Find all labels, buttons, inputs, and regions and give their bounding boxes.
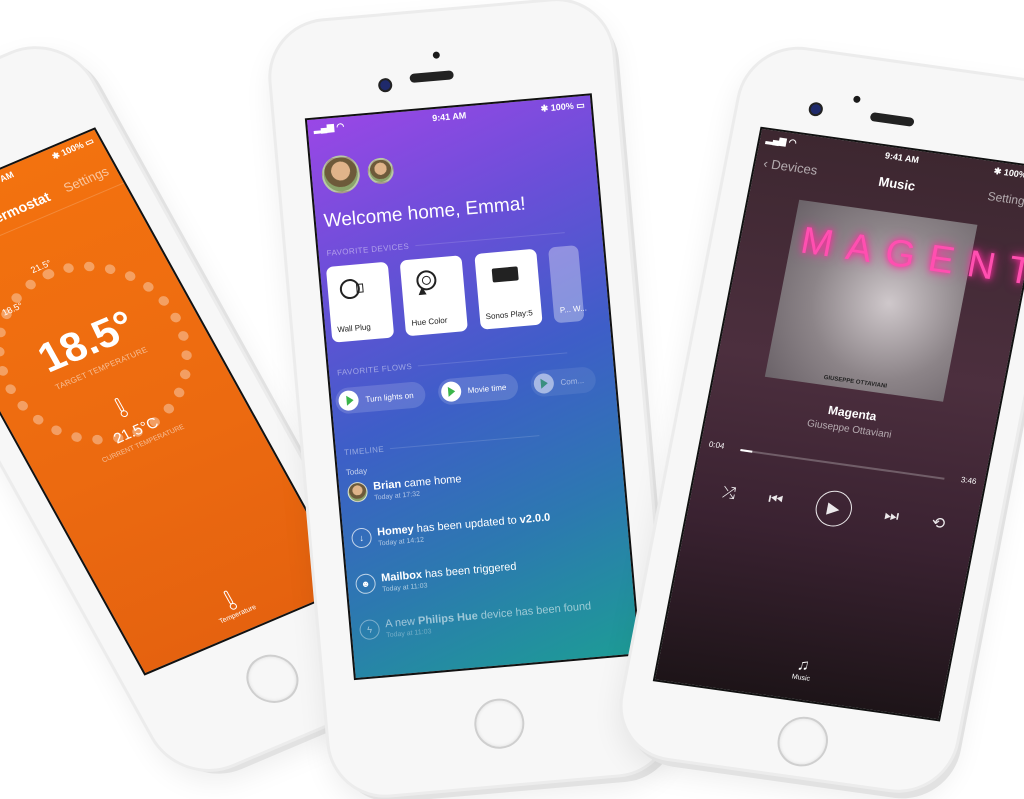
timeline-subject: Mailbox [380, 568, 423, 585]
tab-temperature[interactable]: Temperature [123, 548, 341, 661]
duration-time: 3:46 [960, 475, 978, 487]
battery-indicator: ✱ 100% ▭ [540, 99, 586, 114]
home-button[interactable] [773, 713, 833, 770]
proximity-sensor [432, 51, 441, 59]
device-label: Sonos Play:5 [485, 308, 534, 322]
device-label: Hue Color [411, 315, 448, 328]
timeline-subject: Homey [376, 523, 415, 539]
settings-button[interactable]: Settings [61, 164, 112, 196]
battery-percent: 100% [1003, 167, 1024, 181]
flow-label: Movie time [467, 382, 507, 395]
favorite-devices-list: Wall Plug Hue Color Sonos Play:5 P... W.… [325, 244, 593, 343]
flow-turn-lights-on[interactable]: Turn lights on [334, 380, 427, 415]
flow-partial[interactable]: Com... [529, 365, 598, 398]
elapsed-time: 0:04 [708, 439, 726, 451]
flow-label: Com... [560, 375, 585, 387]
play-icon[interactable]: ▶ [812, 488, 855, 529]
shuffle-icon[interactable]: ⤮ [721, 484, 737, 503]
tab-music[interactable]: ♫ Music [659, 637, 947, 701]
hue-lamp-icon [416, 270, 437, 296]
play-icon [439, 380, 462, 403]
album-art-artist: GIUSEPPE OTTAVIANI [823, 374, 888, 390]
album-art-title: MAGENTA [797, 219, 1024, 301]
home-button[interactable] [237, 647, 308, 711]
earpiece-speaker [869, 111, 915, 127]
timeline-version: v2.0.0 [519, 511, 551, 527]
music-note-icon: ♫ [795, 656, 811, 675]
device-card-partial[interactable]: P... W... [548, 244, 588, 324]
play-icon [337, 389, 360, 412]
tab-label: Music [791, 673, 811, 683]
device-card-sonos[interactable]: Sonos Play:5 [474, 248, 543, 330]
flow-label: Turn lights on [365, 390, 414, 404]
repeat-icon[interactable]: ⟲ [930, 513, 947, 535]
proximity-sensor [852, 95, 862, 104]
front-camera [377, 77, 393, 93]
play-icon [532, 372, 555, 395]
battery-indicator: ✱ 100% ▭ [993, 166, 1024, 183]
avatar-brian [346, 481, 369, 503]
device-card-hue-color[interactable]: Hue Color [400, 255, 469, 337]
progress-fill [740, 449, 753, 453]
device-label: Wall Plug [336, 322, 372, 335]
welcome-heading: Welcome home, Emma! [322, 193, 527, 233]
battery-percent: 100% [550, 100, 575, 113]
speaker-icon [491, 266, 519, 283]
thermometer-icon [223, 590, 238, 610]
earpiece-speaker [409, 70, 454, 84]
timeline-list: Today Brian came home Today at 17:32 ↓ H… [345, 445, 631, 667]
phone-homey: ▂▄▆ ◠ 9:41 AM ✱ 100% ▭ Welcome home, Emm… [266, 0, 675, 799]
user-avatars [320, 151, 396, 195]
device-card-wall-plug[interactable]: Wall Plug [325, 261, 395, 343]
download-icon: ↓ [350, 527, 373, 549]
battery-percent: 100% [59, 139, 86, 158]
device-label: P... W... [559, 303, 588, 315]
flow-movie-time[interactable]: Movie time [436, 372, 520, 406]
music-screen: ▂▄▆ ◠ 9:41 AM ✱ 100% ▭ ‹ Devices Music S… [652, 126, 1024, 722]
mailbox-icon: ☻ [354, 572, 377, 595]
wall-plug-icon [339, 279, 364, 300]
timeline-subject: Brian [372, 478, 402, 493]
home-button[interactable] [472, 696, 527, 751]
phone-music: ▂▄▆ ◠ 9:41 AM ✱ 100% ▭ ‹ Devices Music S… [612, 42, 1024, 797]
avatar-brian[interactable] [367, 156, 396, 185]
battery-indicator: ✱ 100% ▭ [50, 135, 96, 162]
previous-icon[interactable]: ⏮ [767, 491, 785, 511]
next-icon[interactable]: ⏭ [883, 507, 901, 527]
front-camera [807, 101, 825, 118]
timeline-prefix: A new [384, 615, 419, 631]
lightning-icon: ϟ [358, 618, 381, 641]
avatar-emma[interactable] [320, 153, 362, 195]
progress-slider[interactable] [740, 449, 945, 480]
album-art: MAGENTA GIUSEPPE OTTAVIANI [764, 199, 1024, 402]
playback-controls: ⤮ ⏮ ▶ ⏭ ⟲ [689, 471, 979, 546]
homey-screen: ▂▄▆ ◠ 9:41 AM ✱ 100% ▭ Welcome home, Emm… [304, 93, 641, 681]
